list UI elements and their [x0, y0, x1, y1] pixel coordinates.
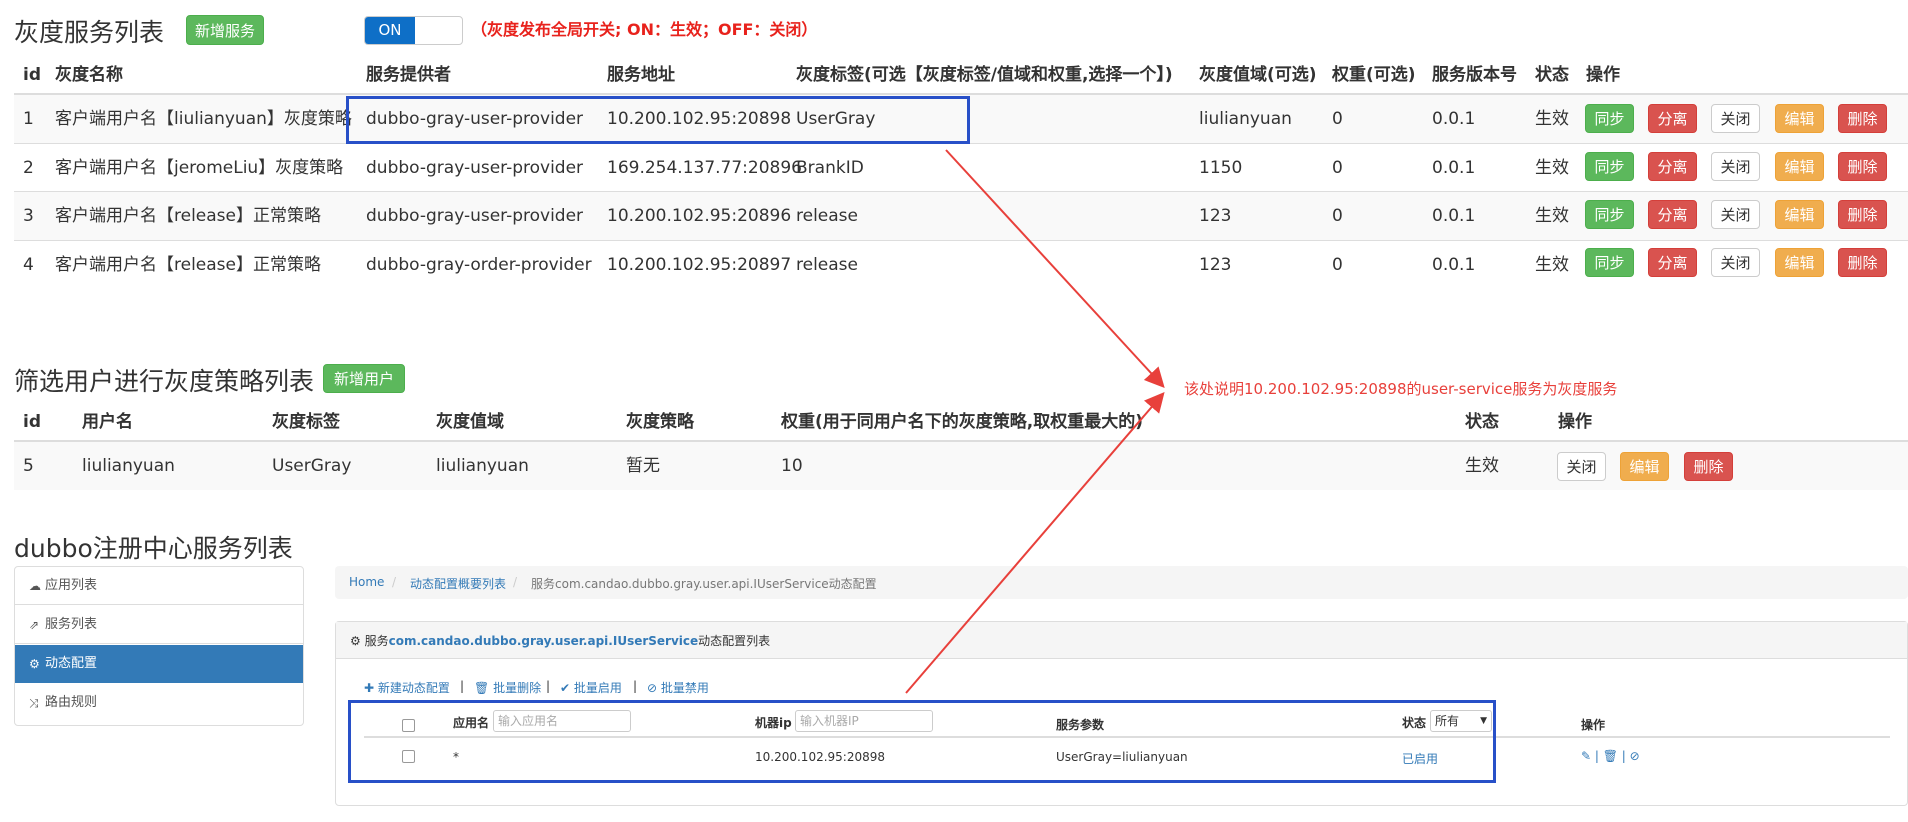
arrow-from-config	[905, 391, 1165, 694]
annotation-arrows	[905, 149, 1165, 694]
arrow-from-provider	[945, 149, 1165, 388]
